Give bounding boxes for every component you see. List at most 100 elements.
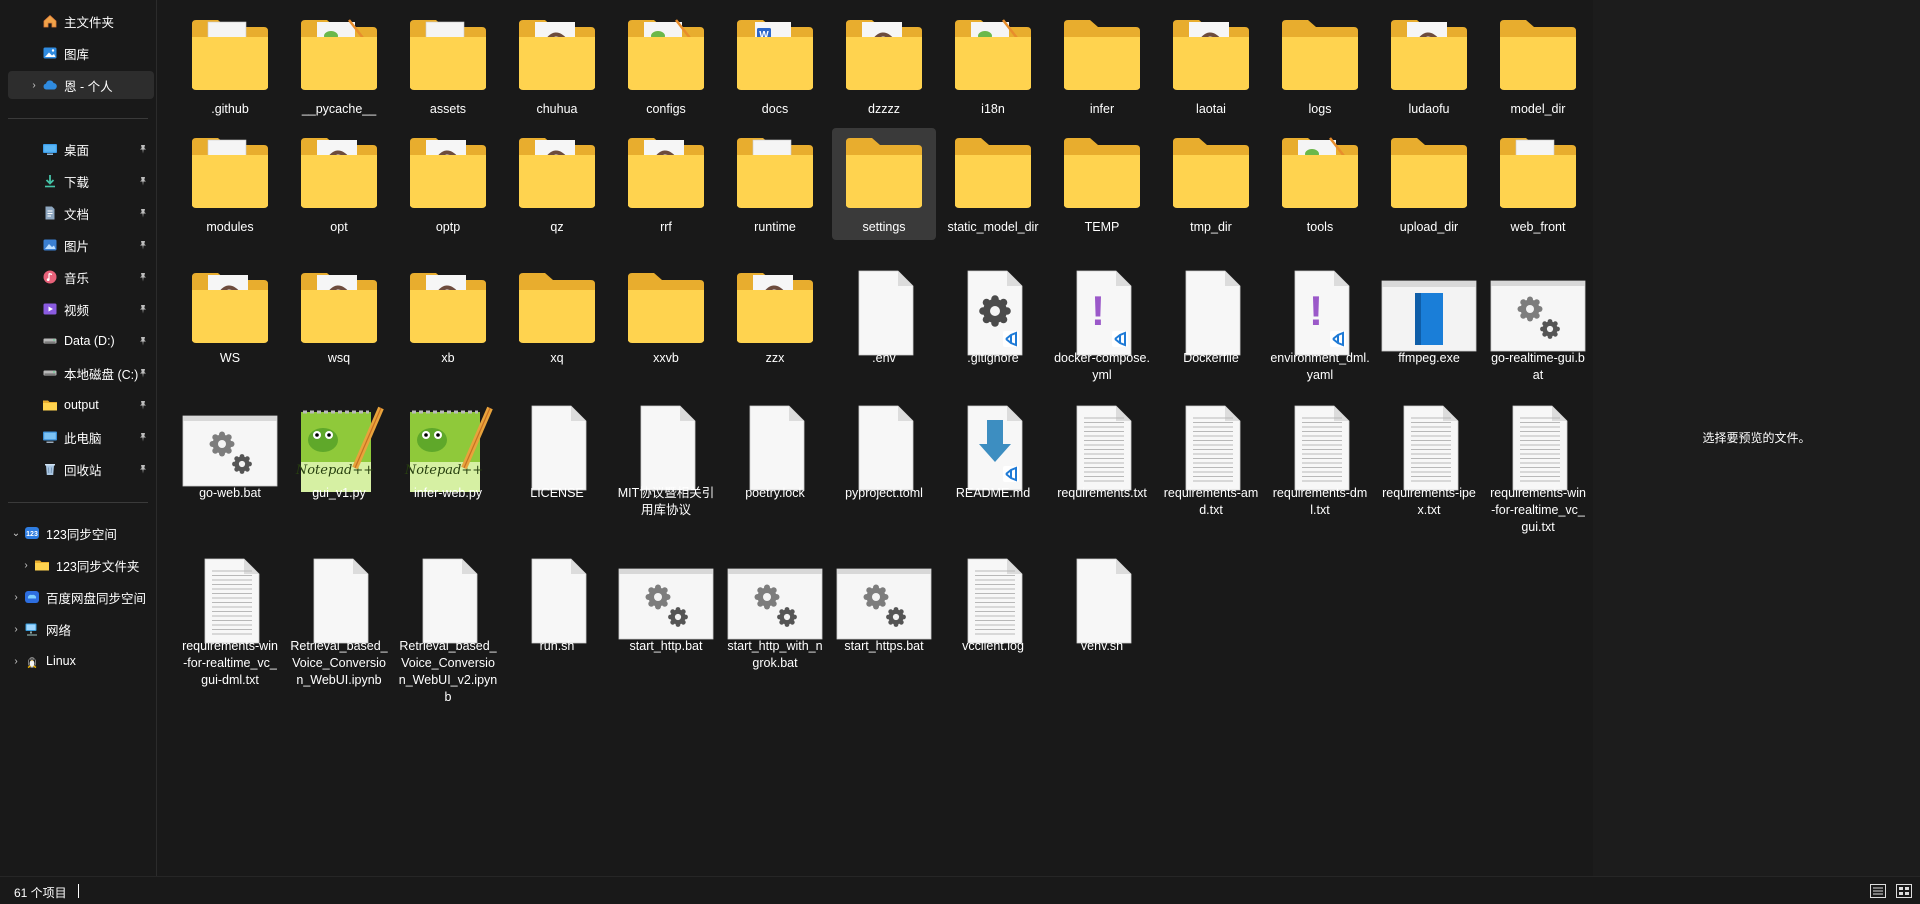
sidebar-item[interactable]: 下载 <box>8 167 154 195</box>
sidebar-item[interactable]: 文档 <box>8 199 154 227</box>
folder-item[interactable]: tmp_dir <box>1159 128 1263 240</box>
file-item[interactable]: requirements-ipex.txt <box>1377 398 1481 522</box>
folder-item[interactable]: laotai <box>1159 10 1263 122</box>
folder-item[interactable]: tools <box>1268 128 1372 240</box>
folder-item[interactable]: logs <box>1268 10 1372 122</box>
file-item[interactable]: go-realtime-gui.bat <box>1486 263 1590 387</box>
sidebar-item[interactable]: 视频 <box>8 295 154 323</box>
file-item[interactable]: Retrieval_based_Voice_Conversion_WebUI.i… <box>287 551 391 687</box>
sidebar-item[interactable]: › 恩 - 个人 <box>8 71 154 99</box>
folder-item[interactable]: chuhua <box>505 10 609 122</box>
markdown-file-icon <box>945 402 1041 498</box>
sidebar-item[interactable]: › 123同步文件夹 <box>8 551 154 579</box>
folder-icon <box>291 14 387 110</box>
folder-item[interactable]: static_model_dir <box>941 128 1045 240</box>
sidebar-item[interactable]: 图库 <box>8 39 154 67</box>
folder-item[interactable]: __pycache__ <box>287 10 391 122</box>
chevron-right-icon[interactable]: › <box>18 560 34 571</box>
chevron-down-icon[interactable]: ⌄ <box>8 528 24 539</box>
file-item[interactable]: poetry.lock <box>723 398 827 522</box>
file-item[interactable]: vcclient.log <box>941 551 1045 675</box>
chevron-right-icon[interactable]: › <box>26 80 42 91</box>
file-item[interactable]: start_https.bat <box>832 551 936 675</box>
chevron-right-icon[interactable]: › <box>8 656 24 667</box>
folder-item[interactable]: runtime <box>723 128 827 240</box>
file-icon <box>836 402 932 498</box>
file-item[interactable]: Retrieval_based_Voice_Conversion_WebUI_v… <box>396 551 500 704</box>
details-view-icon[interactable] <box>1870 884 1886 898</box>
file-item[interactable]: venv.sh <box>1050 551 1154 675</box>
folder-item[interactable]: xxvb <box>614 263 718 387</box>
sidebar-item[interactable]: 回收站 <box>8 455 154 483</box>
chevron-right-icon[interactable]: › <box>8 624 24 635</box>
file-item[interactable]: .env <box>832 263 936 387</box>
sidebar-item[interactable]: 本地磁盘 (C:) <box>8 359 154 387</box>
file-item[interactable]: README.md <box>941 398 1045 522</box>
sidebar-item[interactable]: 主文件夹 <box>8 7 154 35</box>
file-icon <box>509 555 605 651</box>
file-item[interactable]: ! environment_dml.yaml <box>1268 263 1372 387</box>
file-item[interactable]: go-web.bat <box>178 398 282 522</box>
file-item[interactable]: requirements-win-for-realtime_vc_gui.txt <box>1486 398 1590 534</box>
file-item[interactable]: start_http_with_ngrok.bat <box>723 551 827 675</box>
folder-item[interactable]: upload_dir <box>1377 128 1481 240</box>
folder-item[interactable]: assets <box>396 10 500 122</box>
folder-item[interactable]: settings <box>832 128 936 240</box>
folder-item[interactable]: ludaofu <box>1377 10 1481 122</box>
sidebar-item[interactable]: output <box>8 391 154 419</box>
item-name: .github <box>211 102 249 116</box>
file-item[interactable]: requirements-amd.txt <box>1159 398 1263 522</box>
file-list[interactable]: .github __pycache__ assets chuhua config… <box>158 0 1592 876</box>
folder-item[interactable]: WS <box>178 263 282 387</box>
sidebar-item[interactable]: › Linux <box>8 647 154 675</box>
file-item[interactable]: start_http.bat <box>614 551 718 675</box>
file-item[interactable]: requirements-dml.txt <box>1268 398 1372 522</box>
folder-item[interactable]: optp <box>396 128 500 240</box>
file-item[interactable]: run.sh <box>505 551 609 675</box>
file-item[interactable]: requirements-win-for-realtime_vc_gui-dml… <box>178 551 282 687</box>
folder-item[interactable]: rrf <box>614 128 718 240</box>
sidebar-item[interactable]: 此电脑 <box>8 423 154 451</box>
sidebar-item[interactable]: Data (D:) <box>8 327 154 355</box>
sidebar-item[interactable]: ⌄ 123 123同步空间 <box>8 519 154 547</box>
sidebar-item[interactable]: 图片 <box>8 231 154 259</box>
sidebar-item[interactable]: 音乐 <box>8 263 154 291</box>
folder-item[interactable]: modules <box>178 128 282 240</box>
folder-item[interactable]: opt <box>287 128 391 240</box>
sidebar-item[interactable]: › 网络 <box>8 615 154 643</box>
folder-item[interactable]: TEMP <box>1050 128 1154 240</box>
item-name: requirements-ipex.txt <box>1382 486 1476 517</box>
folder-item[interactable]: wsq <box>287 263 391 387</box>
folder-item[interactable]: i18n <box>941 10 1045 122</box>
item-name: .env <box>872 351 896 365</box>
chevron-right-icon[interactable]: › <box>8 592 24 603</box>
svg-text:123: 123 <box>26 531 38 538</box>
item-name: xxvb <box>653 351 679 365</box>
folder-item[interactable]: qz <box>505 128 609 240</box>
file-item[interactable]: Dockerfile <box>1159 263 1263 387</box>
item-name: laotai <box>1196 102 1226 116</box>
folder-item[interactable]: .github <box>178 10 282 122</box>
folder-item[interactable]: xq <box>505 263 609 387</box>
large-icons-view-icon[interactable] <box>1896 884 1912 898</box>
file-item[interactable]: LICENSE <box>505 398 609 522</box>
folder-item[interactable]: zzx <box>723 263 827 387</box>
folder-item[interactable]: dzzzz <box>832 10 936 122</box>
sidebar-item[interactable]: 桌面 <box>8 135 154 163</box>
file-item[interactable]: MIT协议暨相关引用库协议 <box>614 398 718 522</box>
file-item[interactable]: .gitignore <box>941 263 1045 387</box>
folder-item[interactable]: infer <box>1050 10 1154 122</box>
folder-item[interactable]: W docs <box>723 10 827 122</box>
file-item[interactable]: requirements.txt <box>1050 398 1154 522</box>
file-item[interactable]: ! docker-compose.yml <box>1050 263 1154 387</box>
file-item[interactable]: pyproject.toml <box>832 398 936 522</box>
file-item[interactable]: Notepad++ gui_v1.py <box>287 398 391 522</box>
preview-message: 选择要预览的文件。 <box>1702 431 1811 445</box>
file-item[interactable]: ffmpeg.exe <box>1377 263 1481 387</box>
folder-item[interactable]: web_front <box>1486 128 1590 240</box>
file-item[interactable]: Notepad++ infer-web.py <box>396 398 500 522</box>
folder-item[interactable]: model_dir <box>1486 10 1590 122</box>
folder-item[interactable]: configs <box>614 10 718 122</box>
sidebar-item[interactable]: › 百度网盘同步空间 <box>8 583 154 611</box>
folder-item[interactable]: xb <box>396 263 500 387</box>
